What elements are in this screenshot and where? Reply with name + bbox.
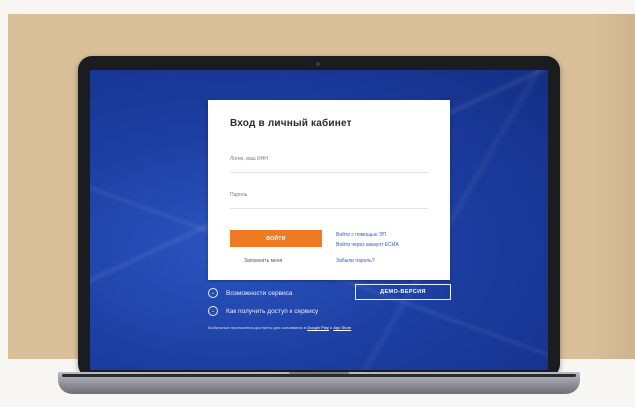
google-play-link[interactable]: Google Play — [307, 325, 329, 330]
background-shade — [595, 14, 635, 359]
laptop-hinge — [62, 374, 576, 377]
login-field-label: Логин, ваш ИНН — [230, 156, 268, 162]
login-title: Вход в личный кабинет — [230, 118, 352, 129]
login-form: Вход в личный кабинет Логин, ваш ИНН Пар… — [208, 100, 450, 280]
remember-me-checkbox[interactable]: Запомнить меня — [244, 258, 282, 264]
access-info-link-label: Как получить доступ к сервису — [226, 307, 319, 315]
password-input[interactable] — [230, 208, 428, 209]
mobile-apps-conjunction: и — [330, 325, 333, 330]
app-store-link[interactable]: App Store — [333, 325, 351, 330]
features-link[interactable]: ⌄ Возможности сервиса — [208, 288, 293, 298]
webcam-icon — [316, 62, 320, 66]
mobile-apps-text: Мобильные приложения доступны для скачив… — [208, 325, 306, 330]
demo-version-button[interactable]: ДЕМО-ВЕРСИЯ — [355, 284, 451, 300]
password-field-label: Пароль — [230, 192, 248, 198]
chevron-down-circle-icon: ⌄ — [208, 306, 218, 316]
login-with-esia-link[interactable]: Войти через аккаунт ЕСИА — [336, 242, 399, 248]
login-button[interactable]: ВОЙТИ — [230, 230, 322, 247]
login-with-key-link[interactable]: Войти с помощью ЭП — [336, 232, 386, 238]
login-input[interactable] — [230, 172, 428, 173]
laptop-lid: Вход в личный кабинет Логин, ваш ИНН Пар… — [78, 56, 560, 378]
features-link-label: Возможности сервиса — [226, 289, 293, 297]
forgot-password-link[interactable]: Забыли пароль? — [336, 258, 375, 264]
chevron-down-circle-icon: ⌄ — [208, 288, 218, 298]
mobile-apps-note: Мобильные приложения доступны для скачив… — [208, 325, 351, 330]
laptop-screen: Вход в личный кабинет Логин, ваш ИНН Пар… — [90, 70, 548, 370]
access-info-link[interactable]: ⌄ Как получить доступ к сервису — [208, 306, 318, 316]
